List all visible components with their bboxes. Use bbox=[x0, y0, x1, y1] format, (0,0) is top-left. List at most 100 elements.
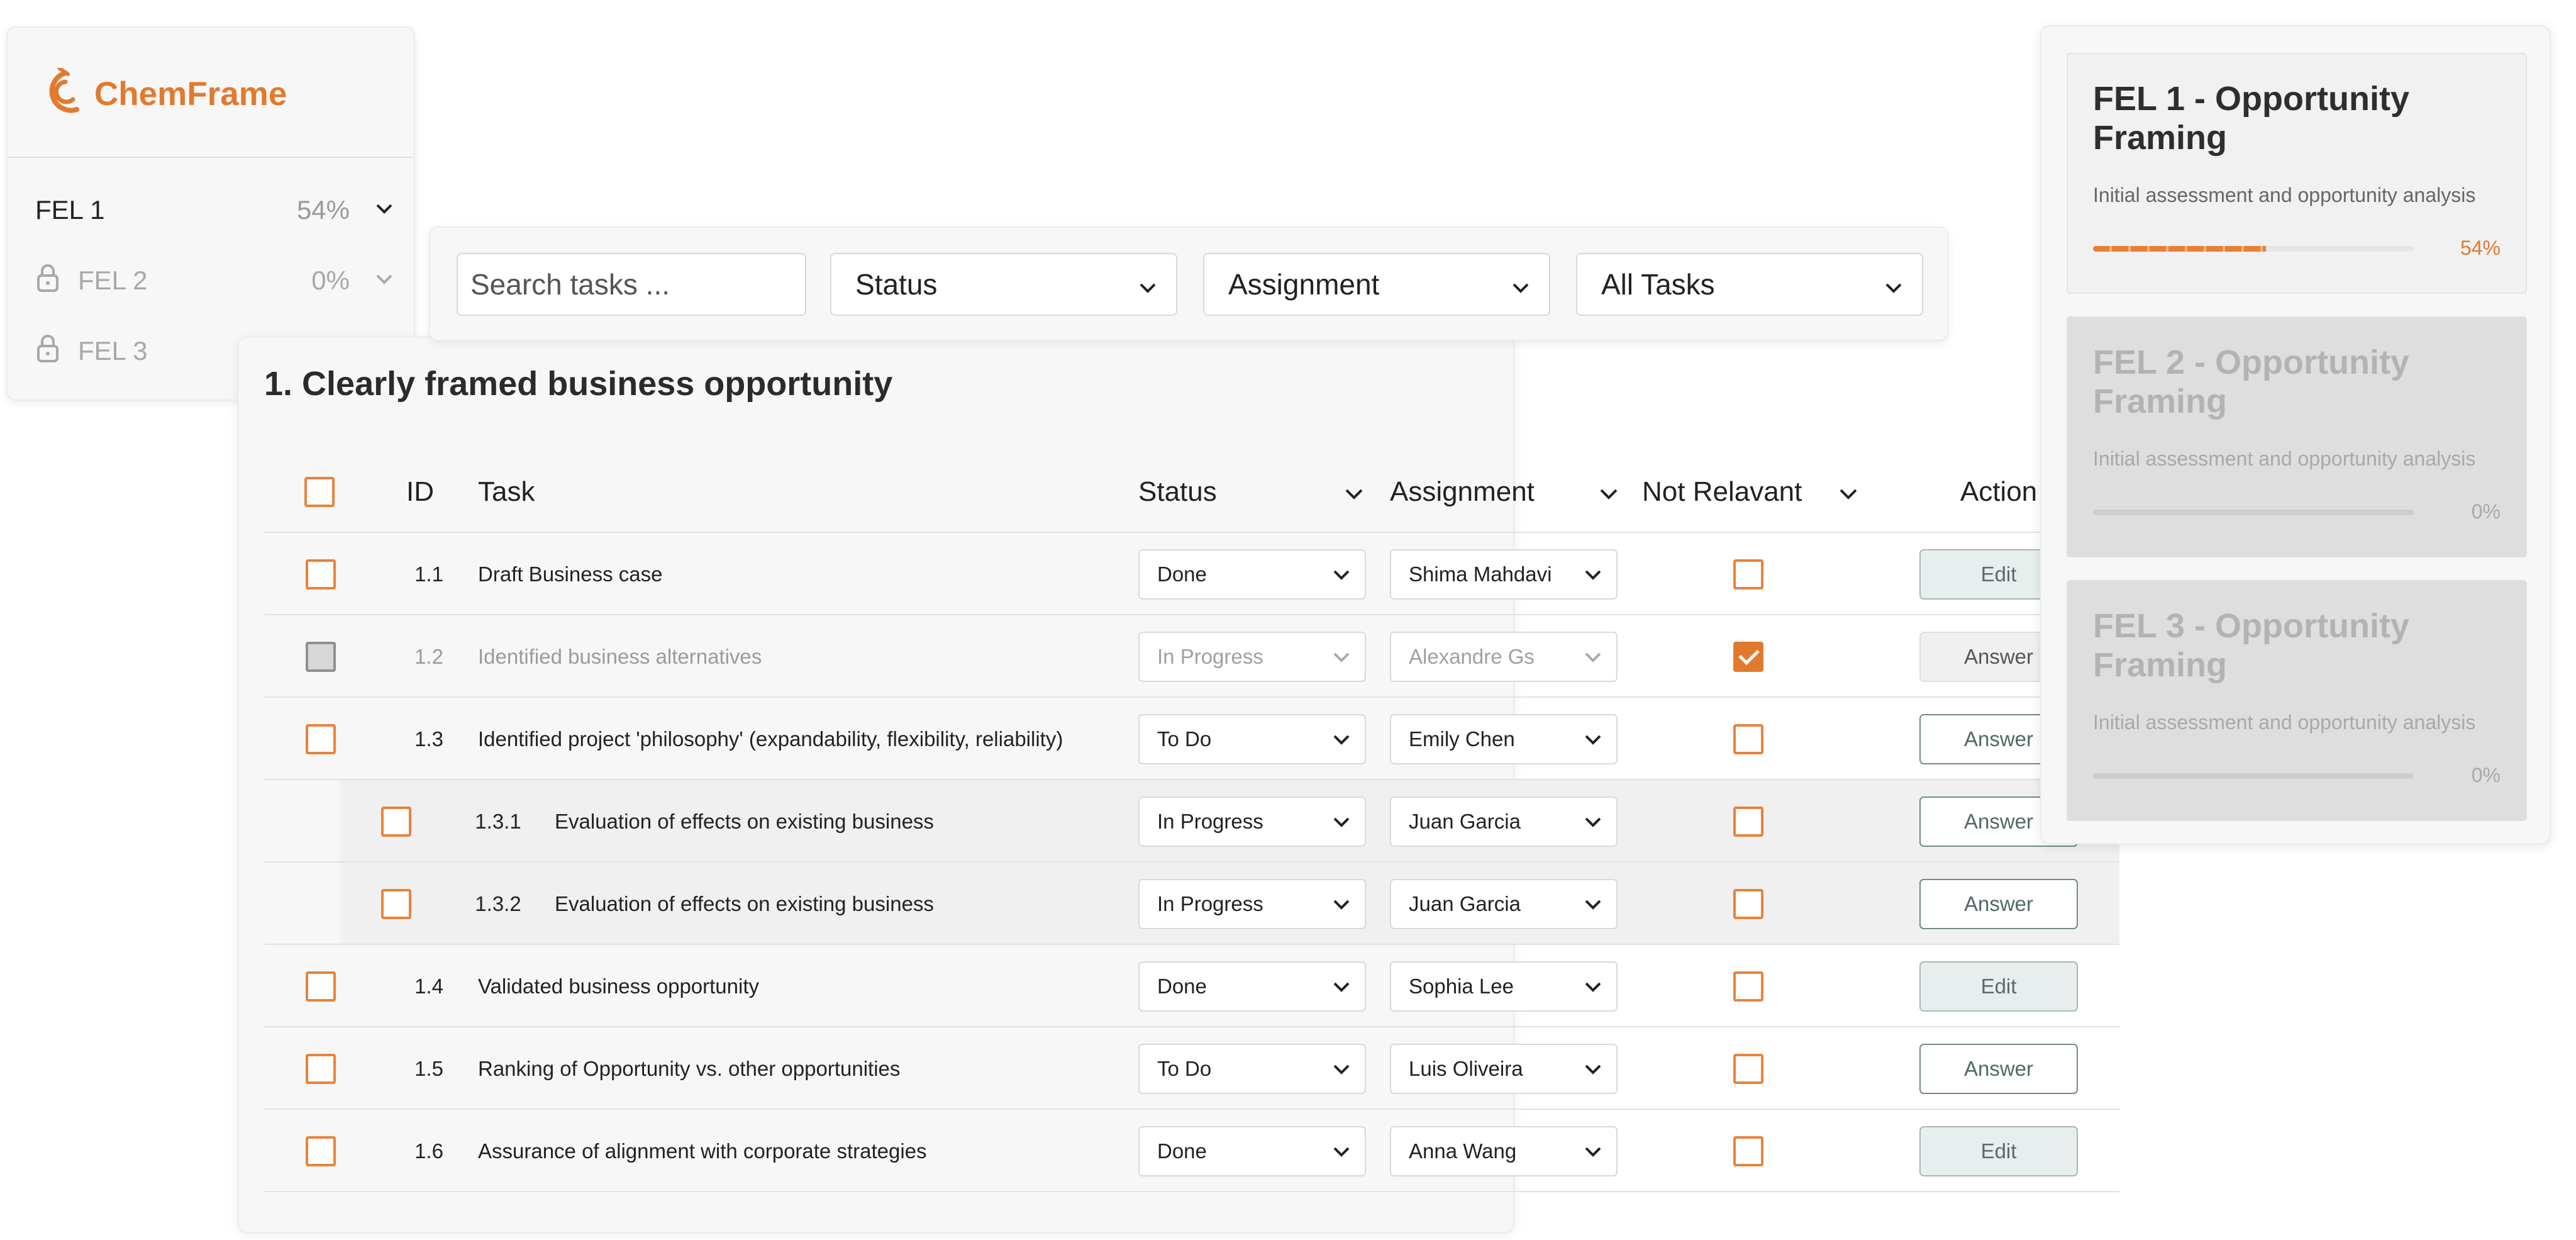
status-value: In Progress bbox=[1157, 644, 1263, 668]
status-select[interactable]: Done bbox=[1138, 961, 1366, 1012]
task-scope-filter[interactable]: All Tasks bbox=[1576, 253, 1923, 316]
status-select[interactable]: Done bbox=[1138, 1125, 1366, 1176]
assignee-value: Anna Wang bbox=[1409, 1139, 1517, 1163]
row-select-checkbox[interactable] bbox=[306, 641, 336, 672]
chevron-down-icon[interactable] bbox=[375, 203, 394, 218]
row-select-cell bbox=[306, 1027, 336, 1110]
chevron-down-icon bbox=[1584, 810, 1602, 834]
assignee-value: Juan Garcia bbox=[1409, 891, 1521, 915]
status-select[interactable]: To Do bbox=[1138, 713, 1366, 764]
assignee-select[interactable]: Anna Wang bbox=[1390, 1125, 1618, 1176]
assignee-select[interactable]: Alexandre Gs bbox=[1390, 631, 1618, 682]
status-select[interactable]: Done bbox=[1138, 549, 1366, 600]
not-relevant-checkbox[interactable] bbox=[1733, 1053, 1763, 1084]
assignee-cell: Alexandre Gs bbox=[1390, 615, 1618, 698]
table-row: 1.6 Assurance of alignment with corporate… bbox=[264, 1110, 2119, 1192]
row-select-cell bbox=[306, 615, 336, 698]
select-all-checkbox[interactable] bbox=[304, 477, 335, 507]
status-value: In Progress bbox=[1157, 891, 1263, 915]
assignee-select[interactable]: Juan Garcia bbox=[1390, 796, 1618, 847]
phase-card-fel-2[interactable]: FEL 2 - Opportunity Framing Initial asses… bbox=[2067, 316, 2527, 557]
row-select-cell bbox=[381, 863, 411, 945]
sidebar-item-label: FEL 1 bbox=[35, 195, 280, 225]
answer-button[interactable]: Answer bbox=[1919, 1043, 2078, 1094]
table-subrow: 1.3.2 Evaluation of effects on existing b… bbox=[264, 863, 2119, 945]
phase-card-fel-3[interactable]: FEL 3 - Opportunity Framing Initial asses… bbox=[2067, 580, 2527, 821]
row-select-checkbox[interactable] bbox=[306, 723, 336, 754]
status-filter-label: Status bbox=[855, 268, 938, 301]
not-relevant-checkbox[interactable] bbox=[1733, 888, 1763, 919]
chevron-down-icon[interactable] bbox=[375, 273, 394, 289]
header-assignment[interactable]: Assignment bbox=[1390, 451, 1619, 533]
status-cell: To Do bbox=[1138, 698, 1366, 780]
assignee-cell: Juan Garcia bbox=[1390, 863, 1618, 945]
assignee-select[interactable]: Sophia Lee bbox=[1390, 961, 1618, 1012]
table-row: 1.5 Ranking of Opportunity vs. other oppo… bbox=[264, 1027, 2119, 1110]
not-relevant-checkbox[interactable] bbox=[1733, 1136, 1763, 1166]
table-row: 1.1 Draft Business case Done Shima Mahdavi E… bbox=[264, 533, 2119, 615]
assignee-value: Juan Garcia bbox=[1409, 809, 1521, 833]
task-id: 1.6 bbox=[414, 1139, 443, 1163]
chevron-down-icon bbox=[1584, 645, 1602, 669]
not-relevant-checkbox[interactable] bbox=[1733, 723, 1763, 754]
assignment-filter[interactable]: Assignment bbox=[1203, 253, 1550, 316]
phase-progress-bar bbox=[2093, 773, 2414, 779]
row-select-checkbox[interactable] bbox=[306, 1053, 336, 1084]
table-row: 1.2 Identified business alternatives In Pr… bbox=[264, 615, 2119, 698]
row-select-checkbox[interactable] bbox=[381, 888, 411, 919]
action-cell: Answer bbox=[1919, 863, 2078, 945]
header-status[interactable]: Status bbox=[1138, 451, 1365, 533]
chevron-down-icon bbox=[1332, 1057, 1351, 1081]
assignee-cell: Sophia Lee bbox=[1390, 945, 1618, 1027]
assignee-select[interactable]: Shima Mahdavi bbox=[1390, 549, 1618, 600]
sidebar-item-text: FEL 2 bbox=[78, 265, 148, 295]
table-header: ID Task Status Assignment Not Relavant A… bbox=[264, 451, 2119, 533]
task-scope-filter-label: All Tasks bbox=[1601, 268, 1715, 301]
status-select[interactable]: To Do bbox=[1138, 1043, 1366, 1094]
sidebar-item-fel-2[interactable]: FEL 2 0% bbox=[35, 255, 394, 306]
assignee-select[interactable]: Juan Garcia bbox=[1390, 878, 1618, 929]
assignee-value: Sophia Lee bbox=[1409, 974, 1514, 998]
phase-percent: 54% bbox=[2460, 237, 2501, 259]
chevron-down-icon bbox=[1584, 1139, 1602, 1163]
not-relevant-cell bbox=[1733, 698, 1763, 780]
phase-card-fel-1[interactable]: FEL 1 - Opportunity Framing Initial asses… bbox=[2067, 53, 2527, 294]
status-select[interactable]: In Progress bbox=[1138, 796, 1366, 847]
assignee-cell: Emily Chen bbox=[1390, 698, 1618, 780]
task-name: Evaluation of effects on existing busine… bbox=[555, 809, 934, 833]
header-action: Action bbox=[1960, 476, 2038, 507]
chevron-down-icon bbox=[1332, 645, 1351, 669]
status-filter[interactable]: Status bbox=[830, 253, 1177, 316]
row-select-checkbox[interactable] bbox=[306, 971, 336, 1002]
chevron-down-icon bbox=[1838, 476, 1859, 508]
status-select[interactable]: In Progress bbox=[1138, 631, 1366, 682]
row-select-checkbox[interactable] bbox=[381, 806, 411, 837]
phase-progress-bar bbox=[2093, 510, 2414, 515]
chevron-down-icon bbox=[1332, 562, 1351, 586]
not-relevant-checkbox[interactable] bbox=[1733, 559, 1763, 589]
search-input[interactable] bbox=[458, 254, 805, 315]
edit-button[interactable]: Edit bbox=[1919, 961, 2078, 1012]
not-relevant-checkbox[interactable] bbox=[1733, 971, 1763, 1002]
header-id: ID bbox=[406, 476, 434, 507]
not-relevant-checkbox[interactable] bbox=[1733, 641, 1763, 672]
assignee-select[interactable]: Emily Chen bbox=[1390, 713, 1618, 764]
answer-button[interactable]: Answer bbox=[1919, 878, 2078, 929]
not-relevant-cell bbox=[1733, 780, 1763, 863]
row-select-checkbox[interactable] bbox=[306, 559, 336, 589]
not-relevant-cell bbox=[1733, 533, 1763, 615]
sidebar-item-fel-1[interactable]: FEL 1 54% bbox=[35, 185, 394, 235]
brand[interactable]: ChemFrame bbox=[40, 66, 287, 120]
chevron-down-icon bbox=[1584, 1057, 1602, 1081]
not-relevant-checkbox[interactable] bbox=[1733, 806, 1763, 837]
assignee-select[interactable]: Luis Oliveira bbox=[1390, 1043, 1618, 1094]
status-select[interactable]: In Progress bbox=[1138, 878, 1366, 929]
not-relevant-cell bbox=[1733, 1027, 1763, 1110]
row-select-checkbox[interactable] bbox=[306, 1136, 336, 1166]
status-value: In Progress bbox=[1157, 809, 1263, 833]
phase-title: FEL 2 - Opportunity Framing bbox=[2093, 344, 2409, 420]
header-not-relevant[interactable]: Not Relavant bbox=[1642, 451, 1859, 533]
edit-button[interactable]: Edit bbox=[1919, 1125, 2078, 1176]
chevron-down-icon bbox=[1598, 476, 1619, 508]
chevron-down-icon bbox=[1332, 975, 1351, 998]
